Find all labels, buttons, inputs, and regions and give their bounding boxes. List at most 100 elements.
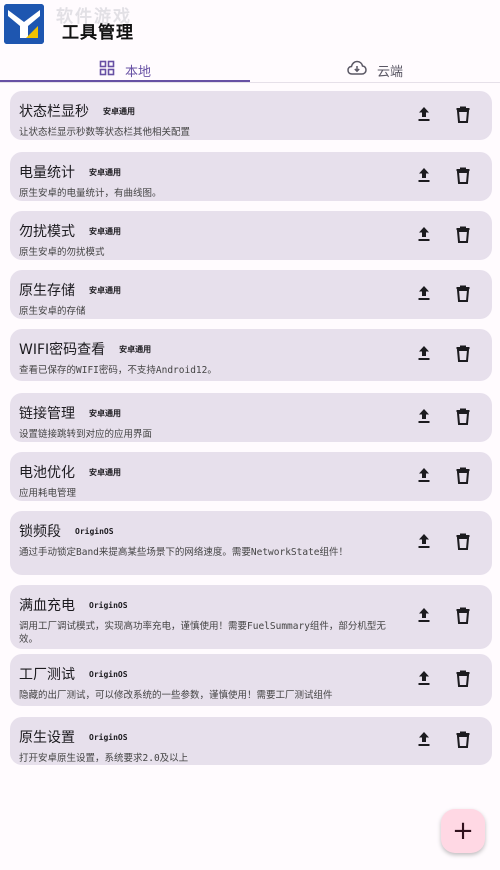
- tool-title-row: 工厂测试 OriginOS: [19, 664, 399, 684]
- upload-icon: [415, 225, 433, 247]
- tool-tag: OriginOS: [89, 600, 128, 610]
- tool-description: 原生安卓的电量统计，有曲线图。: [19, 188, 162, 199]
- tool-card-text: 勿扰模式 安卓通用原生安卓的勿扰模式: [19, 221, 399, 259]
- trash-icon: [454, 105, 472, 127]
- grid-icon: [99, 60, 115, 80]
- tool-card-text: 原生存储 安卓通用原生安卓的存储: [19, 280, 399, 318]
- app-logo: [4, 4, 44, 44]
- delete-button[interactable]: [449, 529, 477, 557]
- tool-card[interactable]: 链接管理 安卓通用设置链接跳转到对应的应用界面: [10, 393, 492, 442]
- delete-button[interactable]: [449, 102, 477, 130]
- tool-description: 原生安卓的勿扰模式: [19, 247, 105, 258]
- delete-button[interactable]: [449, 603, 477, 631]
- tool-card-text: 原生设置 OriginOS 打开安卓原生设置，系统要求2.0及以上: [19, 727, 399, 765]
- tool-title: 满血充电: [19, 598, 75, 614]
- tool-title: 锁频段: [19, 524, 61, 540]
- tool-card[interactable]: 状态栏显秒 安卓通用让状态栏显示秒数等状态栏其他相关配置: [10, 91, 492, 140]
- upload-icon: [415, 466, 433, 488]
- tool-description: 原生安卓的存储: [19, 306, 86, 317]
- tool-card-text: 锁频段 OriginOS 通过手动锁定Band来提高某些场景下的网络速度。需要Net…: [19, 521, 399, 559]
- tool-card-text: 电量统计 安卓通用原生安卓的电量统计，有曲线图。: [19, 162, 399, 200]
- trash-icon: [454, 532, 472, 554]
- add-tool-button[interactable]: +: [441, 809, 485, 853]
- trash-icon: [454, 166, 472, 188]
- delete-button[interactable]: [449, 163, 477, 191]
- trash-icon: [454, 669, 472, 691]
- tool-card-text: 电池优化 安卓通用应用耗电管理: [19, 462, 399, 500]
- delete-button[interactable]: [449, 666, 477, 694]
- upload-button[interactable]: [410, 222, 438, 250]
- upload-button[interactable]: [410, 341, 438, 369]
- delete-button[interactable]: [449, 404, 477, 432]
- tool-description: 设置链接跳转到对应的应用界面: [19, 429, 153, 440]
- delete-button[interactable]: [449, 727, 477, 755]
- tool-title: 勿扰模式: [19, 224, 75, 240]
- tab-cloud-label: 云端: [376, 64, 403, 80]
- tool-title: 电量统计: [19, 165, 75, 181]
- tool-card[interactable]: 勿扰模式 安卓通用原生安卓的勿扰模式: [10, 211, 492, 260]
- tool-title: WIFI密码查看: [19, 342, 106, 358]
- upload-icon: [415, 166, 433, 188]
- tool-card[interactable]: 原生设置 OriginOS 打开安卓原生设置，系统要求2.0及以上: [10, 717, 492, 765]
- delete-button[interactable]: [449, 463, 477, 491]
- tool-description: 让状态栏显示秒数等状态栏其他相关配置: [19, 127, 191, 138]
- delete-button[interactable]: [449, 281, 477, 309]
- upload-button[interactable]: [410, 529, 438, 557]
- tool-tag: 安卓通用: [119, 344, 152, 354]
- delete-button[interactable]: [449, 222, 477, 250]
- upload-icon: [415, 730, 433, 752]
- tool-tag: 安卓通用: [89, 408, 121, 418]
- tool-card[interactable]: 电量统计 安卓通用原生安卓的电量统计，有曲线图。: [10, 152, 492, 201]
- trash-icon: [454, 730, 472, 752]
- upload-button[interactable]: [410, 666, 438, 694]
- trash-icon: [454, 225, 472, 247]
- trash-icon: [454, 466, 472, 488]
- tool-tag: 安卓通用: [103, 106, 135, 116]
- tool-title: 状态栏显秒: [19, 104, 89, 120]
- tool-description: 隐藏的出厂测试，可以修改系统的一些参数，谨慎使用！需要工厂测试组件: [19, 690, 333, 701]
- tool-title-row: 满血充电 OriginOS: [19, 595, 399, 615]
- tool-title-row: 原生存储 安卓通用: [19, 280, 399, 300]
- tool-card[interactable]: 原生存储 安卓通用原生安卓的存储: [10, 270, 492, 319]
- tool-title: 原生设置: [19, 730, 75, 746]
- tool-title-row: 电量统计 安卓通用: [19, 162, 399, 182]
- tool-card[interactable]: 电池优化 安卓通用应用耗电管理: [10, 452, 492, 501]
- upload-button[interactable]: [410, 463, 438, 491]
- tool-title-row: 链接管理 安卓通用: [19, 403, 399, 423]
- tool-card-text: 链接管理 安卓通用设置链接跳转到对应的应用界面: [19, 403, 399, 441]
- tool-description: 打开安卓原生设置，系统要求2.0及以上: [19, 753, 189, 764]
- tool-card[interactable]: 满血充电 OriginOS 调用工厂调试模式，实现高功率充电，谨慎使用！需要Fuel…: [10, 585, 492, 649]
- tool-description: 调用工厂调试模式，实现高功率充电，谨慎使用！需要FuelSummary组件，部分…: [19, 621, 386, 645]
- upload-button[interactable]: [410, 102, 438, 130]
- trash-icon: [454, 606, 472, 628]
- upload-button[interactable]: [410, 281, 438, 309]
- upload-button[interactable]: [410, 404, 438, 432]
- tool-description: 查看已保存的WIFI密码，不支持Android12。: [19, 365, 217, 376]
- tool-title-row: 勿扰模式 安卓通用: [19, 221, 399, 241]
- tool-tag: 安卓通用: [89, 167, 121, 177]
- plus-icon: +: [452, 816, 474, 846]
- upload-button[interactable]: [410, 163, 438, 191]
- delete-button[interactable]: [449, 341, 477, 369]
- upload-icon: [415, 284, 433, 306]
- tool-card[interactable]: 工厂测试 OriginOS 隐藏的出厂测试，可以修改系统的一些参数，谨慎使用！需要工…: [10, 654, 492, 706]
- upload-icon: [415, 407, 433, 429]
- tool-card[interactable]: WIFI密码查看 安卓通用查看已保存的WIFI密码，不支持Android12。: [10, 329, 492, 381]
- upload-button[interactable]: [410, 727, 438, 755]
- tool-card[interactable]: 锁频段 OriginOS 通过手动锁定Band来提高某些场景下的网络速度。需要Net…: [10, 511, 492, 575]
- tab-cloud[interactable]: 云端: [250, 56, 500, 84]
- trash-icon: [454, 344, 472, 366]
- tool-card-text: 状态栏显秒 安卓通用让状态栏显示秒数等状态栏其他相关配置: [19, 101, 399, 139]
- tool-title-row: 电池优化 安卓通用: [19, 462, 399, 482]
- upload-icon: [415, 532, 433, 554]
- tool-title-row: 锁频段 OriginOS: [19, 521, 399, 541]
- upload-button[interactable]: [410, 603, 438, 631]
- tool-title: 原生存储: [19, 283, 75, 299]
- tool-description: 应用耗电管理: [19, 488, 77, 499]
- tool-tag: OriginOS: [75, 526, 114, 536]
- tool-tag: 安卓通用: [89, 285, 121, 295]
- tool-title: 链接管理: [19, 406, 75, 422]
- upload-icon: [415, 606, 433, 628]
- tool-card-text: WIFI密码查看 安卓通用查看已保存的WIFI密码，不支持Android12。: [19, 339, 399, 377]
- tool-description: 通过手动锁定Band来提高某些场景下的网络速度。需要NetworkState组件…: [19, 547, 349, 558]
